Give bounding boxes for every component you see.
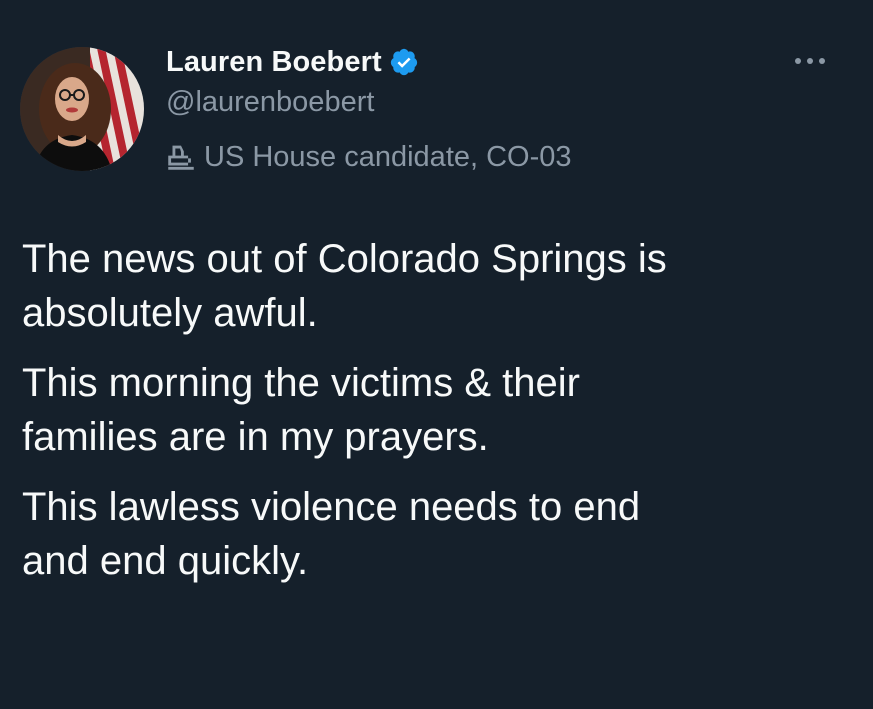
display-name[interactable]: Lauren Boebert [166,46,382,79]
government-building-icon [164,140,198,174]
more-options-icon [795,58,825,64]
tweet-card: Lauren Boebert @laurenboebert US House c… [0,0,873,709]
affiliation-text: US House candidate, CO-03 [204,140,572,173]
more-options-button[interactable] [790,46,830,76]
affiliation-label: US House candidate, CO-03 [164,140,572,174]
tweet-paragraph: The news out of Colorado Springs is abso… [22,237,667,335]
tweet-text: The news out of Colorado Springs is abso… [22,232,852,604]
tweet-paragraph: This lawless violence needs to end and e… [22,485,641,583]
author-handle[interactable]: @laurenboebert [166,86,374,119]
verified-badge-icon [389,47,419,77]
author-name-row: Lauren Boebert [166,42,419,82]
tweet-paragraph: This morning the victims & their familie… [22,361,580,459]
avatar-photo [20,47,144,171]
avatar[interactable] [20,47,144,171]
